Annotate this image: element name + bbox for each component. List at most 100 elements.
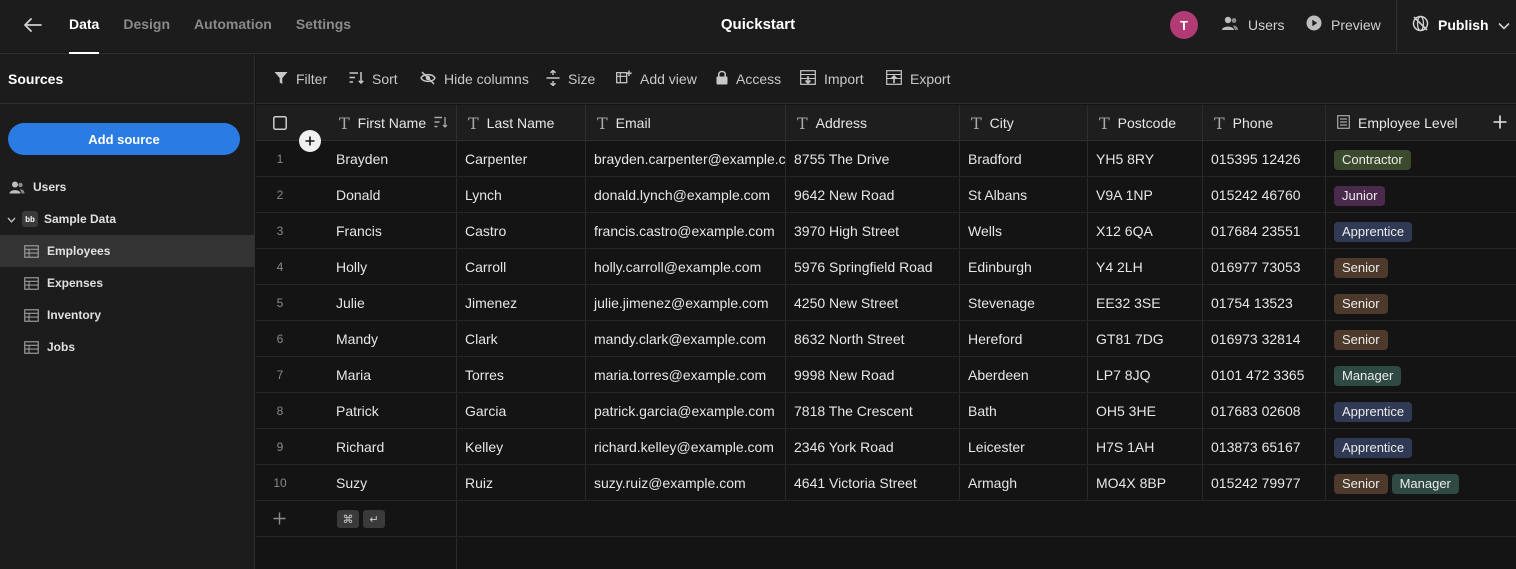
cell-address[interactable]: 4641 Victoria Street [786,465,959,501]
cell-first[interactable]: Donald [328,177,456,213]
cell-city[interactable]: Armagh [960,465,1087,501]
tab-data[interactable]: Data [69,0,100,54]
cell-first[interactable]: Patrick [328,393,456,429]
cell-email[interactable]: holly.carroll@example.com [586,249,785,285]
size-button[interactable]: Size [546,54,595,104]
cell-phone[interactable]: 015242 46760 [1203,177,1325,213]
cell-phone[interactable]: 015395 12426 [1203,141,1325,177]
sort-button[interactable]: Sort [349,54,398,104]
cell-first[interactable]: Holly [328,249,456,285]
cell-city[interactable]: Stevenage [960,285,1087,321]
cell-postcode[interactable]: MO4X 8BP [1088,465,1202,501]
add-row[interactable] [256,501,1516,537]
cell-postcode[interactable]: EE32 3SE [1088,285,1202,321]
cell-first[interactable]: Suzy [328,465,456,501]
column-header-address[interactable]: T Address [786,105,960,141]
cell-email[interactable]: donald.lynch@example.com [586,177,785,213]
cell-first[interactable]: Mandy [328,321,456,357]
cell-city[interactable]: Bradford [960,141,1087,177]
cell-first[interactable]: Francis [328,213,456,249]
cell-postcode[interactable]: H7S 1AH [1088,429,1202,465]
cell-employee-level[interactable]: Senior Manager [1326,465,1516,501]
cell-postcode[interactable]: GT81 7DG [1088,321,1202,357]
column-header-postcode[interactable]: T Postcode [1088,105,1203,141]
filter-button[interactable]: Filter [274,54,327,104]
cell-postcode[interactable]: YH5 8RY [1088,141,1202,177]
sidebar-item-jobs[interactable]: Jobs [0,331,254,363]
import-button[interactable]: Import [800,54,864,104]
cell-phone[interactable]: 017684 23551 [1203,213,1325,249]
table-row[interactable]: 10 Suzy Ruiz suzy.ruiz@example.com 4641 Vict… [256,465,1516,501]
cell-email[interactable]: richard.kelley@example.com [586,429,785,465]
table-row[interactable]: 3 Francis Castro francis.castro@example.com… [256,213,1516,249]
cell-last[interactable]: Castro [457,213,585,249]
cell-email[interactable]: patrick.garcia@example.com [586,393,785,429]
cell-employee-level[interactable]: Senior [1326,285,1516,321]
cell-first[interactable]: Richard [328,429,456,465]
cell-last[interactable]: Carpenter [457,141,585,177]
cell-postcode[interactable]: X12 6QA [1088,213,1202,249]
cell-last[interactable]: Carroll [457,249,585,285]
cell-email[interactable]: maria.torres@example.com [586,357,785,393]
column-header-employee-level[interactable]: Employee Level [1326,105,1486,141]
cell-last[interactable]: Jimenez [457,285,585,321]
cell-phone[interactable]: 016973 32814 [1203,321,1325,357]
cell-phone[interactable]: 01754 13523 [1203,285,1325,321]
cell-address[interactable]: 7818 The Crescent [786,393,959,429]
cell-email[interactable]: brayden.carpenter@example.com [586,141,785,177]
table-row[interactable]: 6 Mandy Clark mandy.clark@example.com 8632 N… [256,321,1516,357]
chevron-down-icon[interactable] [7,212,16,226]
publish-button[interactable]: Publish [1412,0,1510,49]
back-arrow-icon[interactable] [21,13,45,37]
cell-first[interactable]: Julie [328,285,456,321]
cell-phone[interactable]: 0101 472 3365 [1203,357,1325,393]
cell-phone[interactable]: 016977 73053 [1203,249,1325,285]
cell-last[interactable]: Garcia [457,393,585,429]
cell-address[interactable]: 9998 New Road [786,357,959,393]
cell-last[interactable]: Torres [457,357,585,393]
cell-employee-level[interactable]: Apprentice [1326,429,1516,465]
tab-settings[interactable]: Settings [296,0,351,54]
table-row[interactable]: 2 Donald Lynch donald.lynch@example.com 9642… [256,177,1516,213]
cell-first[interactable]: Brayden [328,141,456,177]
cell-postcode[interactable]: V9A 1NP [1088,177,1202,213]
users-button[interactable]: Users [1221,0,1285,49]
cell-city[interactable]: Hereford [960,321,1087,357]
hide-columns-button[interactable]: Hide columns [420,54,529,104]
cell-address[interactable]: 8632 North Street [786,321,959,357]
cell-email[interactable]: francis.castro@example.com [586,213,785,249]
cell-employee-level[interactable]: Senior [1326,321,1516,357]
cell-phone[interactable]: 013873 65167 [1203,429,1325,465]
cell-address[interactable]: 9642 New Road [786,177,959,213]
cell-phone[interactable]: 015242 79977 [1203,465,1325,501]
cell-city[interactable]: Wells [960,213,1087,249]
table-row[interactable]: 9 Richard Kelley richard.kelley@example.com… [256,429,1516,465]
sidebar-item-users[interactable]: Users [0,171,254,203]
cell-employee-level[interactable]: Junior [1326,177,1516,213]
cell-employee-level[interactable]: Contractor [1326,141,1516,177]
sidebar-item-sample-data[interactable]: bb Sample Data [0,203,254,235]
column-header-email[interactable]: T Email [586,105,786,141]
table-row[interactable]: 4 Holly Carroll holly.carroll@example.com 59… [256,249,1516,285]
cell-address[interactable]: 4250 New Street [786,285,959,321]
cell-employee-level[interactable]: Senior [1326,249,1516,285]
cell-email[interactable]: suzy.ruiz@example.com [586,465,785,501]
add-column-button[interactable] [1486,105,1516,141]
plus-icon[interactable] [273,512,286,528]
cell-last[interactable]: Clark [457,321,585,357]
cell-address[interactable]: 3970 High Street [786,213,959,249]
cell-employee-level[interactable]: Apprentice [1326,213,1516,249]
cell-employee-level[interactable]: Apprentice [1326,393,1516,429]
cell-city[interactable]: Edinburgh [960,249,1087,285]
cell-postcode[interactable]: Y4 2LH [1088,249,1202,285]
expand-row-button[interactable] [299,130,321,152]
cell-last[interactable]: Ruiz [457,465,585,501]
export-button[interactable]: Export [886,54,950,104]
cell-address[interactable]: 5976 Springfield Road [786,249,959,285]
cell-last[interactable]: Lynch [457,177,585,213]
cell-last[interactable]: Kelley [457,429,585,465]
access-button[interactable]: Access [716,54,781,104]
add-view-button[interactable]: Add view [616,54,697,104]
cell-phone[interactable]: 017683 02608 [1203,393,1325,429]
cell-postcode[interactable]: LP7 8JQ [1088,357,1202,393]
